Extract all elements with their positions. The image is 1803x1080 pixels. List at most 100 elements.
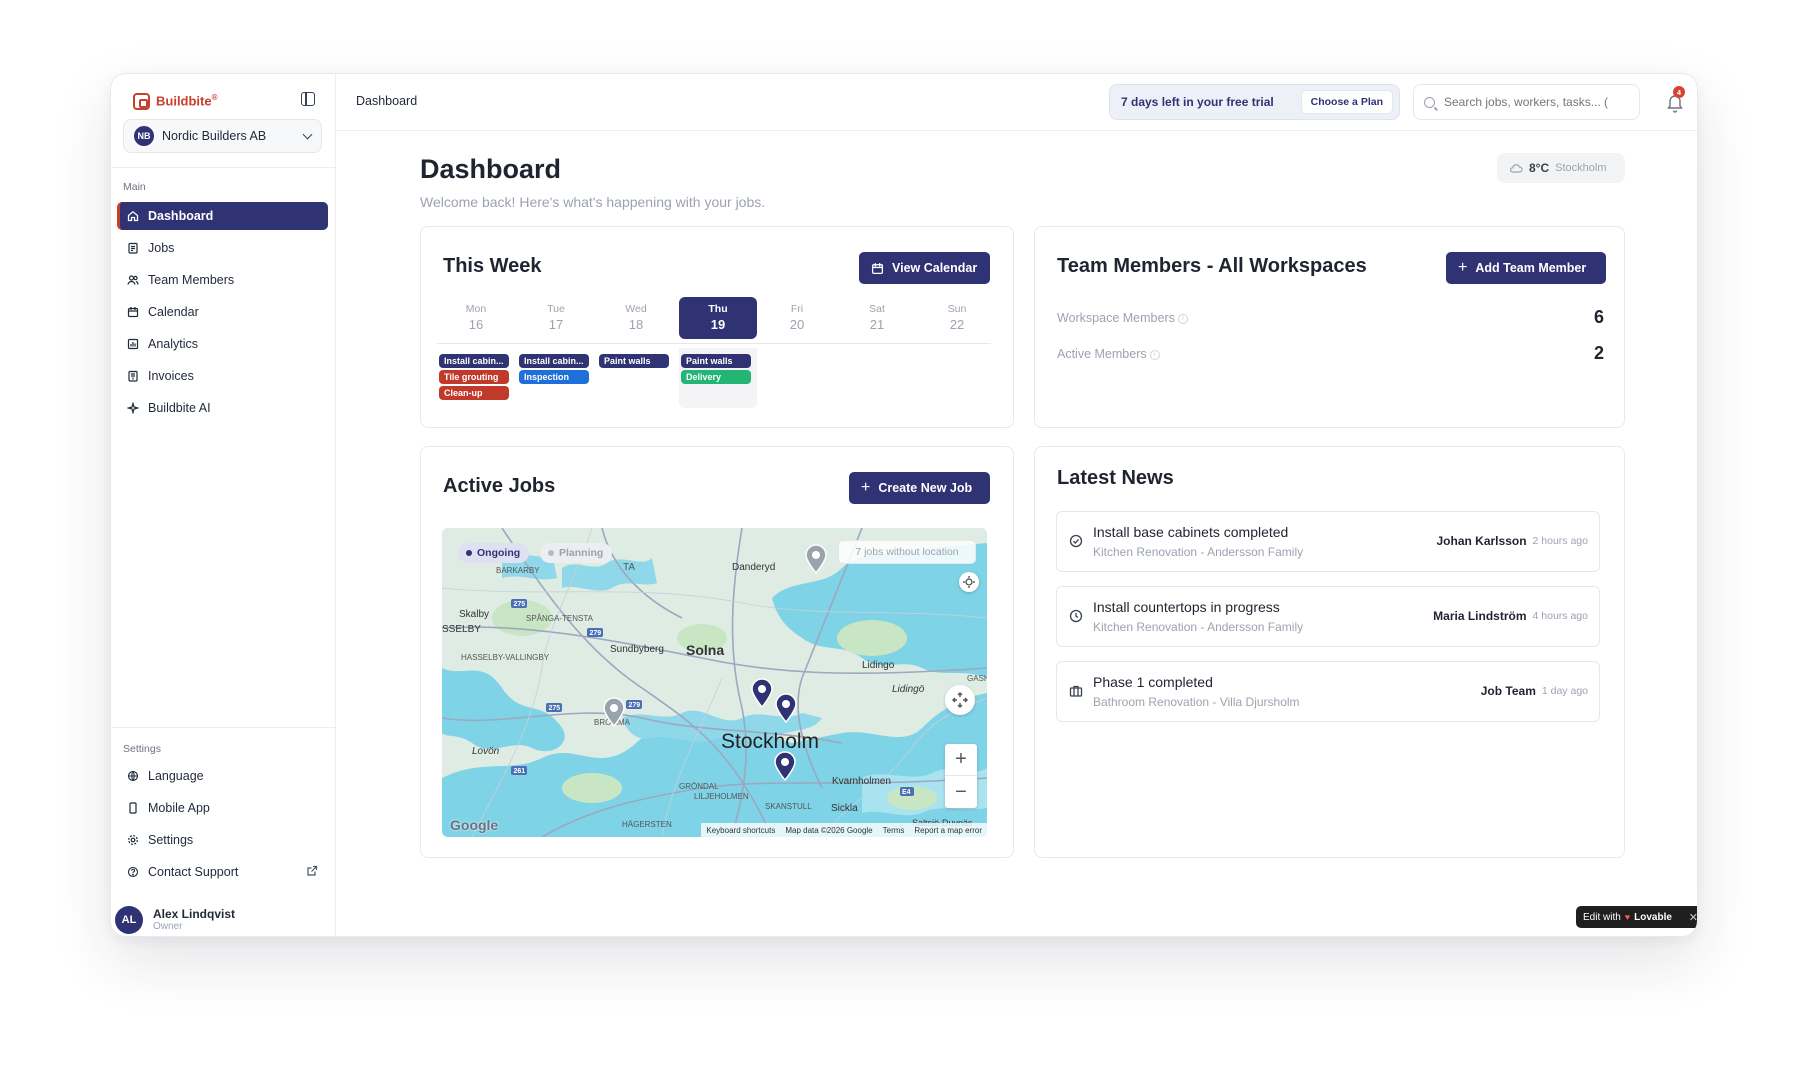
map-place-label: GASH [967,674,987,683]
road-label: 279 [590,630,602,637]
sidebar-item-settings[interactable]: Settings [117,826,328,854]
map-marker-planning[interactable] [602,697,626,727]
map-marker-ongoing[interactable] [773,751,797,781]
sidebar-item-label: Calendar [148,305,199,319]
choose-plan-button[interactable]: Choose a Plan [1300,90,1393,114]
calendar-task[interactable]: Delivery [681,370,751,384]
zoom-out-icon[interactable]: − [945,776,977,808]
day-thu[interactable]: Thu 19 [679,297,757,339]
road-label: 279 [629,702,641,709]
sidebar-item-label: Jobs [148,241,175,255]
map-place-label: Skalby [459,609,490,620]
calendar-task[interactable]: Paint walls [599,354,669,368]
calendar-task[interactable]: Install cabin... [519,354,589,368]
map-attribution-link[interactable]: Terms [883,826,905,835]
day-date: 19 [710,317,726,332]
map-attribution-text: Map data ©2026 Google [785,825,873,835]
calendar-icon [871,262,884,274]
view-calendar-button[interactable]: View Calendar [859,252,990,284]
locate-icon[interactable] [959,572,979,592]
map-marker-ongoing[interactable] [774,693,798,723]
app-window: Buildbite® NB Nordic Builders AB Main Da… [110,73,1698,937]
receipt-icon [127,370,139,382]
sidebar-item-analytics[interactable]: Analytics [117,330,328,358]
user-name: Alex Lindqvist [153,906,236,921]
edit-with-lovable-badge[interactable]: Edit with ♥ Lovable ✕ [1576,906,1697,928]
day-wed[interactable]: Wed 18 [597,297,675,339]
page-subtitle: Welcome back! Here's what's happening wi… [420,194,766,210]
sidebar-item-jobs[interactable]: Jobs [117,234,328,262]
road-label: 275 [549,705,561,712]
map-place-label: LILJEHOLMEN [694,792,749,801]
bar-chart-icon [127,338,139,350]
day-mon[interactable]: Mon 16 [437,297,515,339]
day-sun[interactable]: Sun 22 [918,297,996,339]
sidebar-item-label: Language [148,769,204,783]
create-new-job-button[interactable]: + Create New Job [849,472,990,504]
sidebar: Buildbite® NB Nordic Builders AB Main Da… [111,74,336,936]
filter-chip-ongoing[interactable]: Ongoing [458,543,530,563]
pan-icon[interactable] [945,685,975,715]
sidebar-item-team-members[interactable]: Team Members [117,266,328,294]
sidebar-item-invoices[interactable]: Invoices [117,362,328,390]
map-place-label: Lidingö [892,684,925,695]
map-attribution-link[interactable]: Keyboard shortcuts [706,826,775,835]
calendar-task[interactable]: Tile grouting [439,370,509,384]
user-text: Alex Lindqvist Owner [153,907,235,933]
calendar-task[interactable]: Paint walls [681,354,751,368]
sidebar-item-language[interactable]: Language [117,762,328,790]
workspace-name: Nordic Builders AB [162,129,267,143]
sidebar-item-label: Dashboard [148,209,214,223]
map-place-label: Lidingo [862,660,895,671]
map-attribution-link[interactable]: Report a map error [914,826,982,835]
jobs-map[interactable]: 275 279 275 279 261 E4 Danderyd Solna Su… [442,528,987,837]
map-place-label: Sickla [831,803,858,814]
sidebar-item-dashboard[interactable]: Dashboard [117,202,328,230]
workspace-switcher[interactable]: NB Nordic Builders AB [123,119,322,153]
brand-name: Buildbite® [156,93,218,109]
news-meta: Johan Karlsson 2 hours ago [1437,534,1589,548]
road-label: 275 [514,601,526,608]
lovable-brand: Lovable [1634,911,1672,923]
day-name: Tue [547,303,565,315]
day-sat[interactable]: Sat 21 [838,297,916,339]
weather-temp: 8°C [1529,161,1550,175]
sidebar-item-calendar[interactable]: Calendar [117,298,328,326]
day-fri[interactable]: Fri 20 [758,297,836,339]
news-meta: Maria Lindström 4 hours ago [1433,609,1588,623]
trial-banner: 7 days left in your free trial Choose a … [1109,84,1400,120]
sidebar-item-mobile-app[interactable]: Mobile App [117,794,328,822]
calendar-task[interactable]: Install cabin... [439,354,509,368]
brand[interactable]: Buildbite® [133,90,218,112]
news-item[interactable]: Phase 1 completed Bathroom Renovation - … [1056,661,1600,722]
map-marker-ongoing[interactable] [750,678,774,708]
sidebar-item-contact-support[interactable]: Contact Support [117,858,328,886]
search-box[interactable] [1413,84,1640,120]
this-week-card: This Week View Calendar Mon 16 Tue 17 Wed 18 T… [420,226,1014,428]
clipboard-icon [127,242,139,254]
map-place-label: Lovön [472,746,500,757]
close-icon[interactable]: ✕ [1689,911,1697,924]
user-role: Owner [153,921,183,933]
calendar-task[interactable]: Inspection [519,370,589,384]
day-tue[interactable]: Tue 17 [517,297,595,339]
sidebar-item-buildbite-ai[interactable]: Buildbite AI [117,394,328,422]
news-time: 2 hours ago [1532,535,1588,547]
calendar-task[interactable]: Clean-up [439,386,509,400]
map-place-label: SKANSTULL [765,802,812,811]
add-team-member-button[interactable]: + Add Team Member [1446,252,1606,284]
day-date: 20 [789,317,805,332]
chevron-down-icon [302,129,313,139]
news-item[interactable]: Install base cabinets completed Kitchen … [1056,511,1600,572]
search-input[interactable] [1444,95,1624,109]
chip-label: Ongoing [477,547,521,559]
filter-chip-planning[interactable]: Planning [540,543,613,563]
zoom-in-icon[interactable]: + [945,744,977,776]
user-profile[interactable]: AL Alex Lindqvist Owner [115,906,235,934]
news-item[interactable]: Install countertops in progress Kitchen … [1056,586,1600,647]
map-place-label: Kvarnholmen [832,776,891,787]
jobs-without-location[interactable]: 7 jobs without location [838,540,976,564]
news-subtitle: Kitchen Renovation - Andersson Family [1093,620,1304,634]
map-marker-planning[interactable] [804,544,828,574]
sidebar-toggle-icon[interactable] [301,92,315,106]
